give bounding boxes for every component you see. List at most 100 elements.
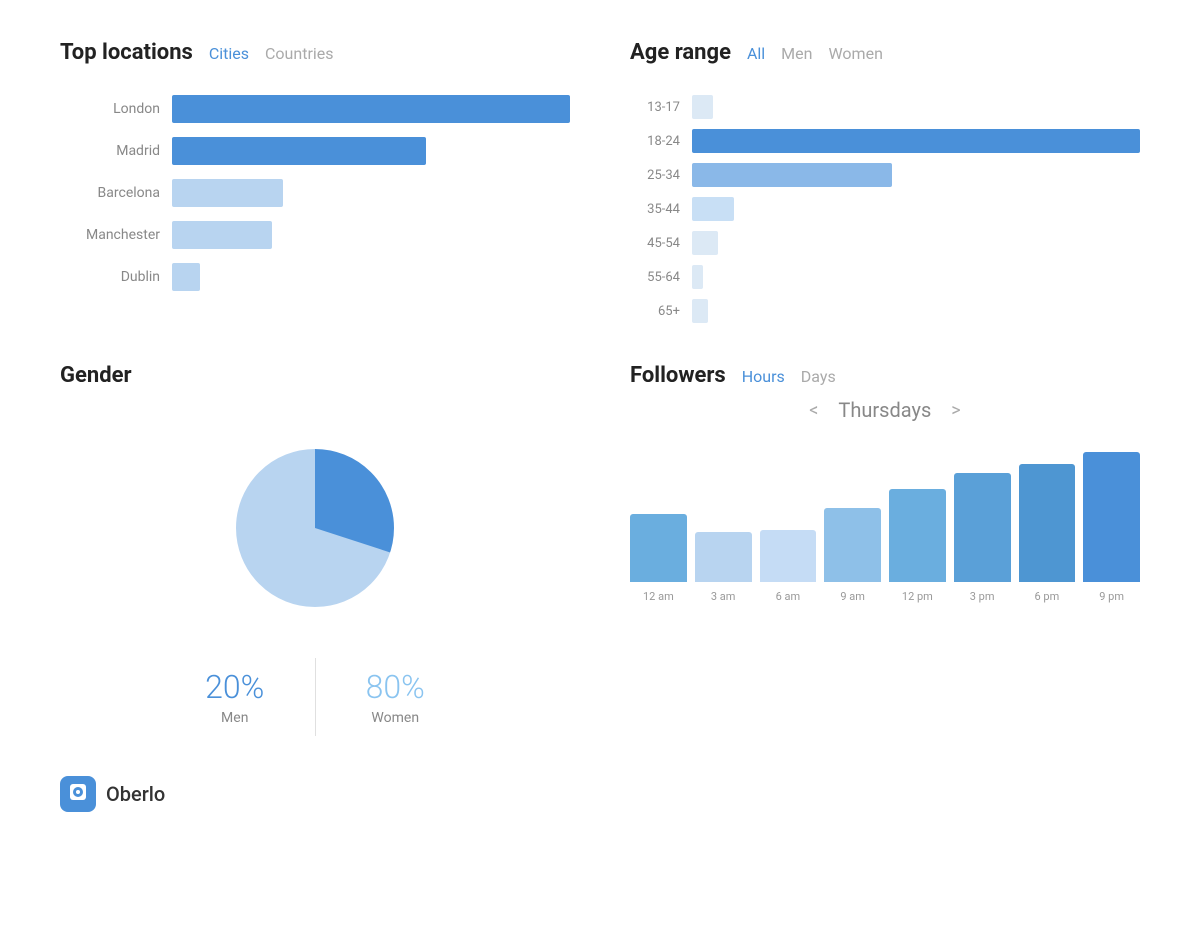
bar-track (172, 179, 570, 207)
age-label: 45-54 (630, 236, 680, 251)
followers-title: Followers (630, 363, 726, 388)
top-locations-section: Top locations Cities Countries London Mad… (60, 40, 570, 323)
bar-track (172, 137, 570, 165)
followers-bar (630, 514, 687, 582)
list-item (630, 514, 687, 582)
footer: Oberlo (60, 776, 1140, 812)
gender-content: 20% Men 80% Women (60, 418, 570, 736)
age-bar-fill (692, 231, 718, 255)
tab-men[interactable]: Men (781, 44, 812, 63)
time-label: 6 pm (1019, 590, 1076, 603)
list-item: 65+ (630, 299, 1140, 323)
age-bar-fill (692, 129, 1140, 153)
list-item: 18-24 (630, 129, 1140, 153)
list-item (695, 532, 752, 582)
age-bar-chart: 13-17 18-24 25-34 35-44 45-54 55-64 65+ (630, 95, 1140, 323)
bar-label: Dublin (60, 269, 160, 285)
top-locations-title: Top locations (60, 40, 193, 65)
prev-day-button[interactable]: < (809, 400, 818, 421)
list-item (1083, 452, 1140, 582)
oberlo-icon (68, 782, 88, 807)
list-item (954, 473, 1011, 582)
age-bar-fill (692, 197, 734, 221)
age-bar-track (692, 197, 1140, 221)
men-label: Men (165, 710, 305, 726)
age-range-header: Age range All Men Women (630, 40, 1140, 65)
list-item: 35-44 (630, 197, 1140, 221)
age-label: 35-44 (630, 202, 680, 217)
age-label: 65+ (630, 304, 680, 319)
followers-bar (760, 530, 817, 582)
age-bar-fill (692, 265, 703, 289)
bar-label: Manchester (60, 227, 160, 243)
age-bar-track (692, 265, 1140, 289)
list-item: Madrid (60, 137, 570, 165)
top-locations-header: Top locations Cities Countries (60, 40, 570, 65)
age-label: 25-34 (630, 168, 680, 183)
list-item: 55-64 (630, 265, 1140, 289)
bar-track (172, 95, 570, 123)
followers-bar (1083, 452, 1140, 582)
time-label: 12 am (630, 590, 687, 603)
followers-bar (889, 489, 946, 582)
age-range-section: Age range All Men Women 13-17 18-24 25-34 3… (630, 40, 1140, 323)
men-percent: 20% (165, 668, 305, 706)
tab-all[interactable]: All (747, 44, 765, 63)
time-label: 3 am (695, 590, 752, 603)
bar-track (172, 221, 570, 249)
followers-bar (1019, 464, 1076, 582)
tab-hours[interactable]: Hours (742, 367, 785, 386)
list-item: 25-34 (630, 163, 1140, 187)
bar-label: Madrid (60, 143, 160, 159)
followers-bar (695, 532, 752, 582)
age-bar-track (692, 231, 1140, 255)
tab-countries[interactable]: Countries (265, 44, 333, 63)
list-item: 13-17 (630, 95, 1140, 119)
time-label: 9 pm (1083, 590, 1140, 603)
list-item: London (60, 95, 570, 123)
list-item (889, 489, 946, 582)
list-item (760, 530, 817, 582)
brand-name: Oberlo (106, 782, 165, 806)
oberlo-logo (60, 776, 96, 812)
gender-stat-women: 80% Women (316, 658, 476, 736)
list-item: Dublin (60, 263, 570, 291)
time-label: 6 am (760, 590, 817, 603)
bar-label: London (60, 101, 160, 117)
followers-section: Followers Hours Days < Thursdays > 12 am… (630, 363, 1140, 736)
time-label: 12 pm (889, 590, 946, 603)
age-label: 18-24 (630, 134, 680, 149)
age-bar-fill (692, 163, 892, 187)
current-day-label: Thursdays (838, 398, 931, 422)
bar-fill (172, 263, 200, 291)
list-item: Manchester (60, 221, 570, 249)
locations-bar-chart: London Madrid Barcelona Manchester Dublin (60, 95, 570, 291)
gender-header: Gender (60, 363, 570, 388)
bar-fill (172, 179, 283, 207)
tab-cities[interactable]: Cities (209, 44, 249, 63)
tab-days[interactable]: Days (801, 367, 836, 386)
day-navigator: < Thursdays > (630, 398, 1140, 422)
list-item: 45-54 (630, 231, 1140, 255)
bar-fill (172, 221, 272, 249)
bar-label: Barcelona (60, 185, 160, 201)
time-labels: 12 am 3 am 6 am 9 am 12 pm 3 pm 6 pm 9 pm (630, 590, 1140, 603)
age-bar-track (692, 95, 1140, 119)
gender-section: Gender (60, 363, 570, 736)
women-label: Women (326, 710, 466, 726)
age-bar-fill (692, 299, 708, 323)
list-item (1019, 464, 1076, 582)
bar-fill (172, 137, 426, 165)
bar-track (172, 263, 570, 291)
bar-fill (172, 95, 570, 123)
time-label: 9 am (824, 590, 881, 603)
time-label: 3 pm (954, 590, 1011, 603)
age-range-title: Age range (630, 40, 731, 65)
followers-bar (954, 473, 1011, 582)
followers-bar-chart (630, 442, 1140, 582)
next-day-button[interactable]: > (951, 400, 960, 421)
age-label: 55-64 (630, 270, 680, 285)
tab-women[interactable]: Women (828, 44, 882, 63)
age-bar-track (692, 163, 1140, 187)
followers-bar (824, 508, 881, 582)
